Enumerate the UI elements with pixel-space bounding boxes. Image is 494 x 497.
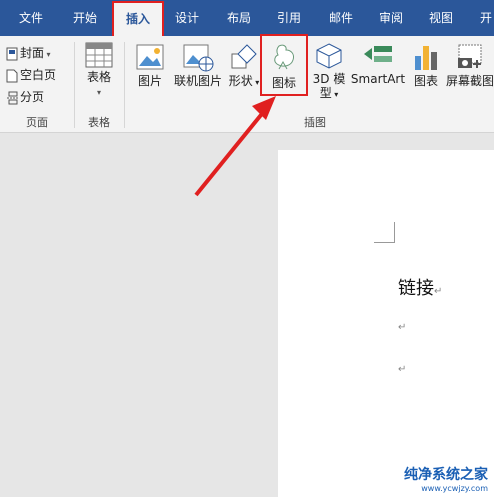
- paragraph-mark-icon: ↵: [398, 364, 407, 375]
- 3d-dropdown-icon: ▾: [331, 90, 339, 99]
- smartart-button[interactable]: SmartArt: [350, 42, 406, 86]
- tab-home[interactable]: 开始: [70, 0, 100, 36]
- screenshot-button[interactable]: 屏幕截图: [446, 42, 494, 88]
- online-picture-button[interactable]: 联机图片: [172, 42, 224, 88]
- menu-bar: 文件 开始 插入 设计 布局 引用 邮件 审阅 视图 开: [0, 0, 494, 39]
- icons-highlight-box: [260, 34, 308, 96]
- margin-corner-mark: [374, 222, 395, 243]
- online-picture-icon: [183, 44, 214, 72]
- picture-label: 图片: [137, 74, 162, 88]
- online-picture-label: 联机图片: [173, 74, 222, 88]
- blank-page-button[interactable]: 空白页: [6, 66, 56, 84]
- cover-page-icon: [6, 47, 18, 61]
- shapes-button[interactable]: 形状 ▾: [228, 42, 260, 90]
- blank-page-label: 空白页: [20, 68, 57, 82]
- tab-layout[interactable]: 布局: [224, 0, 254, 36]
- page-break-label: 分页: [20, 90, 45, 104]
- pages-group-label: 页面: [26, 116, 48, 129]
- bar-chart-icon: [415, 46, 437, 70]
- watermark-url: www.ycwjzy.com: [421, 484, 488, 493]
- table-group-label: 表格: [88, 116, 110, 129]
- smartart-label: SmartArt: [350, 72, 406, 86]
- cover-dropdown-icon: ▾: [44, 50, 51, 59]
- page-break-button[interactable]: 分页: [6, 88, 44, 106]
- table-button[interactable]: 表格 ▾: [80, 42, 118, 98]
- tab-developer[interactable]: 开: [478, 0, 494, 36]
- separator: [74, 42, 75, 128]
- watermark-title: 纯净系统之家: [404, 467, 488, 483]
- chart-label: 图表: [413, 74, 438, 88]
- picture-button[interactable]: 图片: [132, 42, 168, 88]
- shapes-label: 形状 ▾: [228, 74, 260, 88]
- paragraph-mark-icon: ↵: [434, 286, 443, 297]
- paragraph-mark-icon: ↵: [398, 322, 407, 333]
- cover-page-button[interactable]: 封面 ▾: [6, 44, 51, 62]
- tab-insert[interactable]: 插入: [112, 1, 164, 39]
- shapes-dropdown-icon: ▾: [252, 78, 260, 87]
- illustrations-group-label: 插图: [304, 116, 326, 129]
- chart-button[interactable]: 图表: [410, 42, 442, 88]
- 3d-model-button[interactable]: 3D 模型 ▾: [310, 42, 348, 102]
- document-text: 链接: [398, 278, 434, 299]
- smartart-icon: [364, 46, 392, 62]
- tab-file[interactable]: 文件: [16, 0, 46, 36]
- shapes-icon: [231, 44, 257, 69]
- blank-page-icon: [6, 69, 18, 83]
- page-break-icon: [6, 91, 19, 105]
- tab-mailings[interactable]: 邮件: [326, 0, 356, 36]
- screenshot-label: 屏幕截图: [446, 74, 494, 88]
- tab-view[interactable]: 视图: [426, 0, 456, 36]
- screenshot-icon: [458, 44, 482, 68]
- site-watermark: 纯净系统之家 www.ycwjzy.com: [404, 464, 488, 493]
- picture-icon: [136, 44, 164, 70]
- table-label: 表格: [86, 70, 111, 84]
- separator: [124, 42, 125, 128]
- tab-review[interactable]: 审阅: [376, 0, 406, 36]
- document-area: 链接↵ ↵ ↵: [0, 133, 494, 497]
- cube-icon: [316, 43, 342, 69]
- cover-page-label: 封面: [20, 46, 45, 60]
- table-icon: [85, 42, 113, 68]
- tab-design[interactable]: 设计: [172, 0, 202, 36]
- 3d-model-label: 3D 模型 ▾: [312, 72, 346, 100]
- document-page[interactable]: 链接↵ ↵ ↵: [278, 150, 494, 497]
- document-text-line[interactable]: 链接↵: [398, 274, 442, 300]
- table-dropdown-icon: ▾: [96, 88, 101, 97]
- tab-references[interactable]: 引用: [274, 0, 304, 36]
- ribbon: 封面 ▾ 空白页 分页 页面 表格 ▾ 表格 图片 联机图片 形状 ▾ 图标 3…: [0, 36, 494, 133]
